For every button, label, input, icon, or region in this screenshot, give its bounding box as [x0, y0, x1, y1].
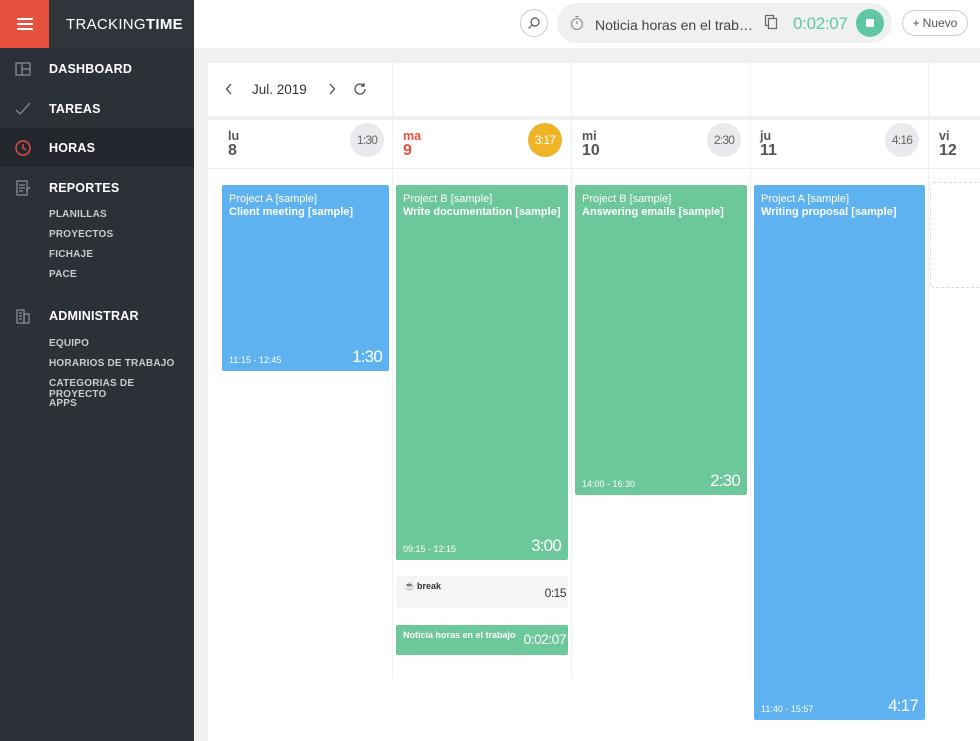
time-entry[interactable]: Project A [sample] Writing proposal [sam…	[754, 185, 925, 720]
day-number: 11	[760, 142, 777, 159]
empty-slot-placeholder[interactable]	[930, 182, 980, 288]
entry-project: Project A [sample]	[229, 193, 318, 205]
brand-part1: TRACKING	[66, 15, 146, 33]
entry-duration: 1:30	[352, 347, 383, 366]
next-week-button[interactable]	[324, 81, 340, 97]
stop-icon	[866, 19, 874, 27]
nav-label-administrar: ADMINISTRAR	[49, 308, 139, 323]
entry-task: Writing proposal [sample]	[761, 206, 897, 218]
day-of-week: vi	[939, 129, 950, 143]
break-label: break	[417, 581, 442, 591]
running-timer[interactable]: Noticia horas en el trabajo 0:02:07	[557, 3, 892, 43]
report-icon	[16, 179, 31, 196]
day-of-week: ma	[403, 129, 422, 143]
entry-task: Client meeting [sample]	[229, 206, 354, 218]
entry-duration: 3:00	[531, 536, 562, 555]
time-entry[interactable]: Project B [sample] Answering emails [sam…	[575, 185, 747, 495]
refresh-button[interactable]	[352, 81, 368, 97]
running-entry-label: Noticia horas en el trabajo	[403, 630, 516, 640]
day-total-badge: 1:30	[350, 123, 384, 157]
brand-logo[interactable]: TRACKINGTIME	[49, 0, 194, 48]
coffee-icon: ☕	[404, 581, 416, 591]
hamburger-icon	[16, 18, 33, 30]
top-bar: Noticia horas en el trabajo 0:02:07 + Nue…	[194, 0, 980, 48]
time-entry[interactable]: Project B [sample] Write documentation […	[396, 185, 568, 560]
prev-week-button[interactable]	[221, 81, 237, 97]
subnav-planillas[interactable]: PLANILLAS	[49, 209, 107, 220]
timer-elapsed: 0:02:07	[793, 14, 848, 33]
running-entry[interactable]: Noticia horas en el trabajo 0:02:07	[396, 625, 568, 655]
day-number: 12	[939, 142, 957, 159]
timer-task-name[interactable]: Noticia horas en el trabajo	[595, 17, 755, 33]
entry-time-range: 14:00 - 16:30	[582, 479, 636, 489]
dashboard-icon	[15, 61, 31, 76]
day-number: 10	[582, 142, 600, 159]
entry-time-range: 11:15 - 12:45	[229, 355, 282, 365]
search-icon	[528, 17, 540, 29]
nav-item-tareas[interactable]: TAREAS	[0, 89, 194, 128]
running-entry-time: 0:02:07	[523, 631, 566, 647]
day-number: 8	[228, 142, 237, 159]
entry-task: Answering emails [sample]	[582, 206, 724, 218]
entry-duration: 4:17	[888, 696, 919, 715]
plus-icon: +	[912, 16, 920, 30]
day-header-fri: vi 12	[919, 120, 980, 169]
copy-icon[interactable]	[764, 14, 778, 30]
day-of-week: ju	[760, 129, 772, 143]
entry-duration: 2:30	[710, 471, 741, 490]
day-total-badge: 3:17	[528, 123, 562, 157]
subnav-horarios[interactable]: HORARIOS DE TRABAJO	[49, 358, 174, 369]
subnav-categorias[interactable]: CATEGORIAS DE PROYECTO	[49, 378, 194, 400]
time-entry[interactable]: Project A [sample] Client meeting [sampl…	[222, 185, 389, 371]
subnav-apps[interactable]: APPS	[49, 398, 77, 409]
nav-item-administrar[interactable]: ADMINISTRAR	[0, 296, 194, 335]
stopwatch-icon	[570, 15, 584, 31]
month-label: Jul. 2019	[252, 82, 307, 97]
day-total-badge: 4:16	[885, 123, 919, 157]
refresh-icon	[354, 83, 366, 95]
day-of-week: mi	[582, 129, 597, 143]
stop-timer-button[interactable]	[856, 9, 884, 37]
nav-item-dashboard[interactable]: DASHBOARD	[0, 49, 194, 88]
subnav-proyectos[interactable]: PROYECTOS	[49, 229, 113, 240]
menu-toggle-button[interactable]	[0, 0, 49, 48]
day-of-week: lu	[228, 129, 240, 143]
subnav-equipo[interactable]: EQUIPO	[49, 338, 89, 349]
entry-project: Project B [sample]	[582, 193, 672, 205]
nav-item-horas[interactable]: HORAS	[0, 128, 194, 167]
nav-item-reportes[interactable]: REPORTES	[0, 168, 194, 207]
break-duration: 0:15	[544, 586, 567, 600]
subnav-fichaje[interactable]: FICHAJE	[49, 249, 93, 260]
entry-task: Write documentation [sample]	[403, 206, 561, 218]
day-number: 9	[403, 142, 412, 159]
nav-label-dashboard: DASHBOARD	[49, 61, 133, 76]
nav-label-reportes: REPORTES	[49, 180, 120, 195]
new-entry-button[interactable]: + Nuevo	[902, 10, 968, 36]
entry-project: Project B [sample]	[403, 193, 493, 205]
search-button[interactable]	[520, 9, 548, 37]
sidebar: TRACKINGTIME DASHBOARD TAREAS HORAS REPO…	[0, 0, 194, 741]
calendar-header: Jul. 2019	[208, 63, 980, 116]
entry-project: Project A [sample]	[761, 193, 850, 205]
day-total-badge: 2:30	[707, 123, 741, 157]
entry-time-range: 11:40 - 15:57	[761, 704, 814, 714]
new-entry-label: Nuevo	[922, 16, 958, 30]
subnav-pace[interactable]: PACE	[49, 269, 77, 280]
chevron-right-icon	[329, 83, 336, 95]
nav-label-tareas: TAREAS	[49, 101, 101, 116]
brand-part2: TIME	[145, 15, 183, 33]
nav-label-horas: HORAS	[49, 140, 96, 155]
checkmark-icon	[15, 102, 31, 115]
clock-icon	[15, 139, 31, 156]
chevron-left-icon	[225, 83, 232, 95]
break-entry[interactable]: ☕ break 0:15	[396, 576, 568, 608]
building-icon	[16, 308, 30, 324]
entry-time-range: 09:15 - 12:15	[403, 544, 457, 554]
